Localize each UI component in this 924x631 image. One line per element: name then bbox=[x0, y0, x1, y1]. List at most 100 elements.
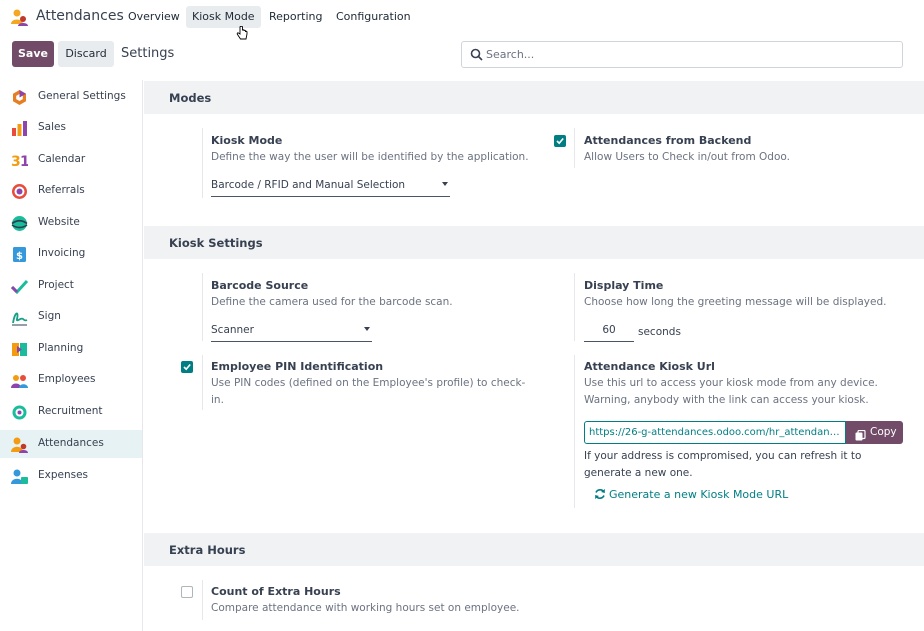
count-extra-hours-checkbox[interactable] bbox=[181, 586, 193, 598]
sidebar-item-planning[interactable]: Planning bbox=[0, 335, 142, 363]
barcode-source-select[interactable]: Scanner bbox=[211, 324, 372, 342]
sidebar-item-label: Expenses bbox=[38, 469, 89, 481]
project-icon bbox=[10, 278, 29, 295]
svg-text:$: $ bbox=[16, 251, 23, 262]
sidebar-item-invoicing[interactable]: $ Invoicing bbox=[0, 240, 142, 268]
generate-kiosk-url-link[interactable]: Generate a new Kiosk Mode URL bbox=[594, 488, 788, 501]
count-extra-hours-title: Count of Extra Hours bbox=[211, 585, 341, 598]
pin-identification-checkbox[interactable] bbox=[181, 361, 193, 373]
expenses-icon bbox=[11, 468, 28, 485]
copy-label: Copy bbox=[870, 426, 897, 438]
sidebar-item-referrals[interactable]: Referrals bbox=[0, 177, 142, 205]
section-header-kiosk-settings: Kiosk Settings bbox=[144, 226, 924, 259]
breadcrumb: Settings bbox=[121, 46, 175, 61]
attendances-icon bbox=[11, 436, 28, 453]
barcode-source-title: Barcode Source bbox=[211, 279, 309, 292]
divider bbox=[202, 128, 203, 198]
caret-down-icon bbox=[442, 182, 448, 186]
search-icon bbox=[470, 48, 483, 61]
section-title: Kiosk Settings bbox=[169, 236, 263, 250]
kiosk-mode-select[interactable]: Barcode / RFID and Manual Selection bbox=[211, 179, 450, 197]
sidebar-item-recruitment[interactable]: Recruitment bbox=[0, 398, 142, 426]
kiosk-mode-title: Kiosk Mode bbox=[211, 134, 283, 147]
barcode-source-description: Define the camera used for the barcode s… bbox=[211, 296, 453, 308]
settings-sidebar: General Settings Sales 31 Calendar Refer… bbox=[0, 80, 143, 631]
website-icon bbox=[11, 215, 28, 232]
divider bbox=[574, 273, 575, 341]
sidebar-item-label: Attendances bbox=[38, 437, 104, 449]
attendances-backend-title: Attendances from Backend bbox=[584, 134, 752, 147]
sidebar-item-general-settings[interactable]: General Settings bbox=[0, 83, 142, 111]
search-bar bbox=[461, 41, 903, 68]
employees-icon bbox=[11, 372, 28, 389]
divider bbox=[202, 355, 203, 410]
pin-identification-title: Employee PIN Identification bbox=[211, 360, 384, 373]
sidebar-item-expenses[interactable]: Expenses bbox=[0, 462, 142, 490]
sidebar-item-label: Sign bbox=[38, 310, 61, 322]
sidebar-item-label: General Settings bbox=[38, 90, 126, 102]
sales-icon bbox=[11, 120, 28, 137]
menu-overview[interactable]: Overview bbox=[122, 6, 186, 28]
attendances-backend-description: Allow Users to Check in/out from Odoo. bbox=[584, 151, 790, 163]
menu-reporting[interactable]: Reporting bbox=[263, 6, 328, 28]
settings-main: Modes Kiosk Mode Define the way the user… bbox=[144, 80, 924, 631]
menu-kiosk-mode[interactable]: Kiosk Mode bbox=[186, 6, 261, 28]
referrals-icon bbox=[11, 183, 28, 200]
sidebar-item-label: Project bbox=[38, 279, 74, 291]
section-title: Modes bbox=[169, 91, 212, 105]
attendances-backend-checkbox[interactable] bbox=[554, 135, 566, 147]
section-title: Extra Hours bbox=[169, 543, 246, 557]
copy-button[interactable]: Copy bbox=[846, 421, 903, 444]
save-button[interactable]: Save bbox=[12, 41, 54, 67]
sidebar-item-label: Invoicing bbox=[38, 247, 86, 259]
sidebar-item-employees[interactable]: Employees bbox=[0, 366, 142, 394]
sign-icon bbox=[11, 309, 28, 326]
sidebar-item-calendar[interactable]: 31 Calendar bbox=[0, 146, 142, 174]
barcode-source-value: Scanner bbox=[211, 324, 254, 336]
caret-down-icon bbox=[364, 327, 370, 331]
search-input[interactable] bbox=[486, 43, 886, 66]
count-extra-hours-description: Compare attendance with working hours se… bbox=[211, 602, 520, 614]
sidebar-item-label: Employees bbox=[38, 373, 96, 385]
invoicing-icon: $ bbox=[11, 246, 28, 263]
kiosk-url-field[interactable]: https://26-g-attendances.odoo.com/hr_att… bbox=[584, 421, 846, 444]
section-header-extra-hours: Extra Hours bbox=[144, 533, 924, 566]
sidebar-item-attendances[interactable]: Attendances bbox=[0, 430, 142, 458]
sidebar-item-sign[interactable]: Sign bbox=[0, 303, 142, 331]
generate-kiosk-url-label: Generate a new Kiosk Mode URL bbox=[609, 488, 789, 501]
divider bbox=[202, 580, 203, 620]
sidebar-item-label: Referrals bbox=[38, 184, 85, 196]
divider bbox=[574, 128, 575, 168]
kiosk-url-title: Attendance Kiosk Url bbox=[584, 360, 715, 373]
kiosk-mode-description: Define the way the user will be identifi… bbox=[211, 151, 529, 163]
refresh-icon bbox=[594, 488, 606, 500]
display-time-unit: seconds bbox=[638, 326, 681, 338]
divider bbox=[202, 273, 203, 341]
menu-configuration[interactable]: Configuration bbox=[330, 6, 417, 28]
general-settings-icon bbox=[11, 89, 28, 106]
calendar-icon: 31 bbox=[11, 152, 30, 170]
kiosk-mode-value: Barcode / RFID and Manual Selection bbox=[211, 179, 406, 191]
sidebar-item-label: Calendar bbox=[38, 153, 86, 165]
divider bbox=[574, 355, 575, 508]
app-name[interactable]: Attendances bbox=[36, 8, 124, 24]
sidebar-item-project[interactable]: Project bbox=[0, 272, 142, 300]
display-time-title: Display Time bbox=[584, 279, 664, 292]
section-header-modes: Modes bbox=[144, 81, 924, 114]
sidebar-item-website[interactable]: Website bbox=[0, 209, 142, 237]
attendances-app-icon[interactable] bbox=[10, 8, 28, 26]
hand-pointer-icon bbox=[236, 25, 248, 42]
display-time-input[interactable]: 60 bbox=[584, 324, 634, 342]
recruitment-icon bbox=[11, 404, 28, 421]
pin-identification-description: Use PIN codes (defined on the Employee's… bbox=[211, 377, 526, 406]
discard-button[interactable]: Discard bbox=[58, 41, 114, 67]
svg-text:1: 1 bbox=[20, 154, 28, 169]
copy-icon bbox=[855, 427, 866, 441]
sidebar-item-label: Recruitment bbox=[38, 405, 103, 417]
sidebar-item-sales[interactable]: Sales bbox=[0, 114, 142, 142]
top-navbar: Attendances Overview Kiosk Mode Reportin… bbox=[0, 0, 924, 40]
sidebar-item-label: Sales bbox=[38, 121, 66, 133]
kiosk-url-description: Use this url to access your kiosk mode f… bbox=[584, 377, 878, 406]
sidebar-item-label: Planning bbox=[38, 342, 84, 354]
kiosk-url-note: If your address is compromised, you can … bbox=[584, 450, 862, 479]
